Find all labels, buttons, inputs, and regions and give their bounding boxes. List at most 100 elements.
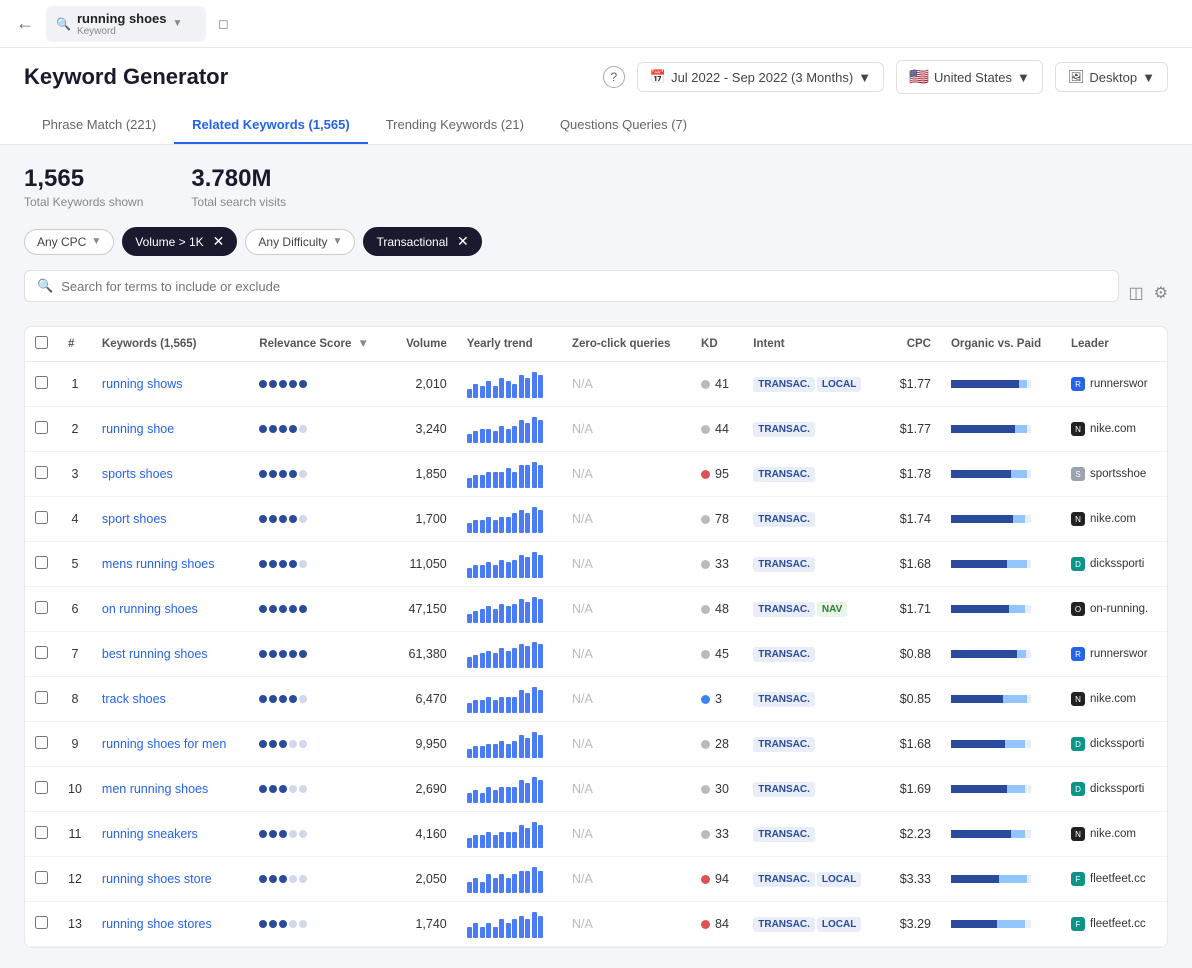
table-row: 10men running shoes2,690N/A30TRANSAC.$1.… [25, 767, 1167, 812]
keyword-link[interactable]: running shoes for men [102, 737, 226, 751]
tab-questions-queries[interactable]: Questions Queries (7) [542, 107, 705, 144]
row-checkbox[interactable] [35, 916, 48, 929]
row-checkbox[interactable] [35, 466, 48, 479]
trend-bar-segment [486, 651, 491, 668]
keyword-value: running shoes [77, 11, 167, 26]
col-keywords[interactable]: Keywords (1,565) [92, 327, 249, 362]
device-picker[interactable]: 🖼 Desktop ▼ [1055, 62, 1168, 92]
keyword-link[interactable]: best running shoes [102, 647, 208, 661]
trend-bar-segment [486, 832, 491, 848]
relevance-dot [269, 380, 277, 388]
trend-bar-segment [499, 517, 504, 533]
table-row: 4sport shoes1,700N/A78TRANSAC.$1.74 N ni… [25, 497, 1167, 542]
row-checkbox[interactable] [35, 421, 48, 434]
filter-difficulty[interactable]: Any Difficulty ▼ [245, 229, 355, 255]
trend-bar-segment [525, 783, 530, 803]
date-range-picker[interactable]: 📅 Jul 2022 - Sep 2022 (3 Months) ▼ [637, 62, 884, 92]
kd-dot [701, 875, 710, 884]
help-button[interactable]: ? [603, 66, 625, 88]
row-checkbox[interactable] [35, 871, 48, 884]
relevance-dot [299, 380, 307, 388]
row-keyword[interactable]: running shoe stores [92, 902, 249, 947]
keyword-link[interactable]: on running shoes [102, 602, 198, 616]
row-keyword[interactable]: running shoes for men [92, 722, 249, 767]
trend-bar-segment [506, 923, 511, 938]
export-csv-button[interactable]: ◫ [1129, 283, 1144, 303]
keyword-link[interactable]: running shoe stores [102, 917, 212, 931]
relevance-dot [259, 740, 267, 748]
keyword-link[interactable]: sport shoes [102, 512, 167, 526]
back-button[interactable]: ← [16, 13, 34, 34]
row-zero-click: N/A [562, 767, 691, 812]
empty-segment [1025, 605, 1031, 613]
row-keyword[interactable]: track shoes [92, 677, 249, 722]
keyword-link[interactable]: men running shoes [102, 782, 208, 796]
relevance-dot [279, 875, 287, 883]
keyword-link[interactable]: sports shoes [102, 467, 173, 481]
filter-volume[interactable]: Volume > 1K ✕ [122, 227, 237, 256]
country-picker[interactable]: 🇺🇸 United States ▼ [896, 60, 1043, 94]
trend-bar-segment [525, 602, 530, 623]
row-keyword[interactable]: running sneakers [92, 812, 249, 857]
share-button[interactable]: ◻ [218, 16, 229, 32]
row-keyword[interactable]: mens running shoes [92, 542, 249, 587]
row-keyword[interactable]: men running shoes [92, 767, 249, 812]
row-keyword[interactable]: running shoe [92, 407, 249, 452]
settings-button[interactable]: ⚙ [1154, 283, 1168, 303]
row-intent: TRANSAC. [743, 767, 885, 812]
trend-bar-segment [538, 735, 543, 758]
empty-segment [1027, 695, 1031, 703]
paid-segment [997, 920, 1025, 928]
keyword-link[interactable]: running shoes store [102, 872, 212, 886]
row-checkbox[interactable] [35, 376, 48, 389]
select-all-checkbox[interactable] [35, 336, 48, 349]
trend-bar-segment [532, 462, 537, 488]
keyword-link[interactable]: running shows [102, 377, 183, 391]
filter-intent-remove[interactable]: ✕ [457, 233, 469, 250]
relevance-dot [259, 560, 267, 568]
row-keyword[interactable]: running shoes store [92, 857, 249, 902]
term-search-bar[interactable]: 🔍 [24, 270, 1119, 302]
relevance-dot [289, 515, 297, 523]
row-keyword[interactable]: sports shoes [92, 452, 249, 497]
leader-logo: N [1071, 827, 1085, 841]
table-row: 12running shoes store2,050N/A94TRANSAC.L… [25, 857, 1167, 902]
filter-intent[interactable]: Transactional ✕ [363, 227, 481, 256]
col-volume[interactable]: Volume [391, 327, 457, 362]
keyword-search-box[interactable]: 🔍 running shoes Keyword ▼ [46, 6, 206, 42]
row-checkbox[interactable] [35, 736, 48, 749]
term-search-input[interactable] [61, 279, 1105, 294]
kd-value: 41 [715, 377, 729, 391]
row-keyword[interactable]: sport shoes [92, 497, 249, 542]
row-checkbox[interactable] [35, 601, 48, 614]
row-keyword[interactable]: on running shoes [92, 587, 249, 632]
filter-cpc[interactable]: Any CPC ▼ [24, 229, 114, 255]
keyword-link[interactable]: track shoes [102, 692, 166, 706]
row-relevance [249, 902, 390, 947]
filter-volume-remove[interactable]: ✕ [213, 233, 225, 250]
row-intent: TRANSAC.LOCAL [743, 902, 885, 947]
keyword-link[interactable]: running shoe [102, 422, 174, 436]
empty-segment [1025, 740, 1031, 748]
row-checkbox[interactable] [35, 826, 48, 839]
row-checkbox[interactable] [35, 556, 48, 569]
keywords-table: # Keywords (1,565) Relevance Score ▼ Vol… [24, 326, 1168, 948]
row-checkbox[interactable] [35, 511, 48, 524]
row-checkbox[interactable] [35, 781, 48, 794]
row-keyword[interactable]: best running shoes [92, 632, 249, 677]
leader-logo: R [1071, 377, 1085, 391]
trend-bar-segment [473, 431, 478, 443]
keyword-link[interactable]: mens running shoes [102, 557, 215, 571]
tab-phrase-match[interactable]: Phrase Match (221) [24, 107, 174, 144]
leader-logo: N [1071, 512, 1085, 526]
row-keyword[interactable]: running shows [92, 362, 249, 407]
stat-visits-label: Total search visits [191, 195, 286, 209]
row-checkbox[interactable] [35, 691, 48, 704]
row-number: 4 [58, 497, 92, 542]
tab-trending-keywords[interactable]: Trending Keywords (21) [368, 107, 542, 144]
row-checkbox[interactable] [35, 646, 48, 659]
keyword-link[interactable]: running sneakers [102, 827, 198, 841]
tab-related-keywords[interactable]: Related Keywords (1,565) [174, 107, 368, 144]
col-relevance[interactable]: Relevance Score ▼ [249, 327, 390, 362]
kd-dot [701, 515, 710, 524]
